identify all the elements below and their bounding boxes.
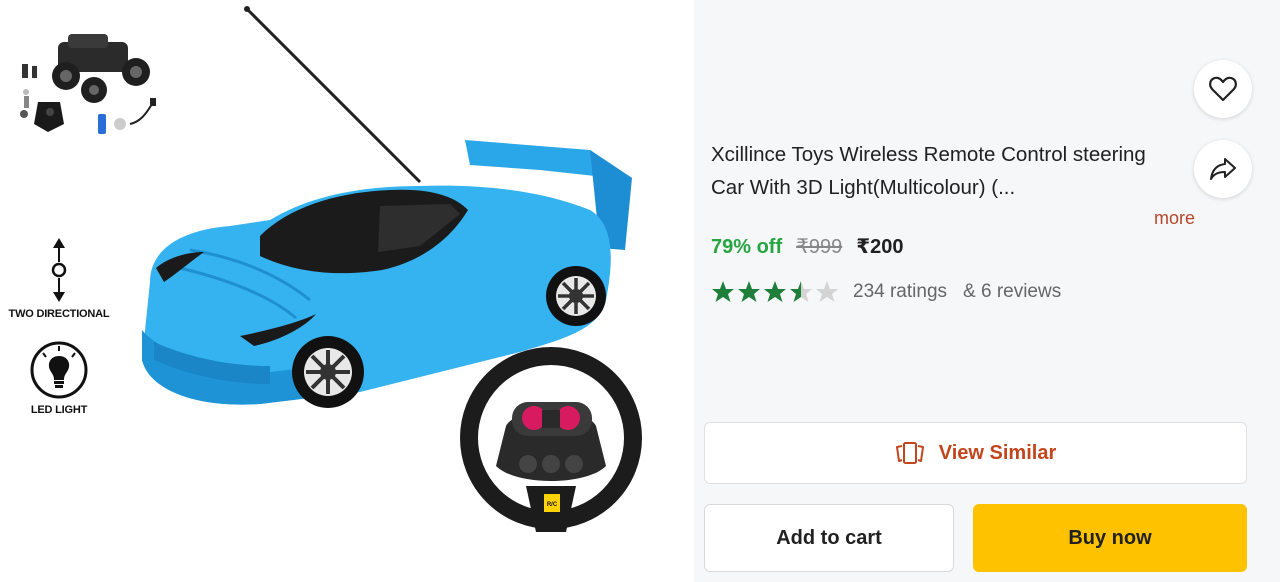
buy-now-label: Buy now bbox=[1068, 526, 1152, 549]
add-to-cart-label: Add to cart bbox=[776, 526, 882, 549]
buy-now-button[interactable]: Buy now bbox=[973, 504, 1247, 572]
heart-icon bbox=[1209, 76, 1237, 102]
more-link[interactable]: more bbox=[1154, 208, 1195, 229]
add-to-cart-button[interactable]: Add to cart bbox=[704, 504, 954, 572]
star-full-icon bbox=[712, 281, 734, 302]
price-row: 79% off ₹999 ₹200 bbox=[711, 234, 904, 259]
share-icon bbox=[1210, 158, 1236, 180]
feature-label-led-light: LED LIGHT bbox=[30, 404, 88, 416]
view-similar-button[interactable]: View Similar bbox=[704, 422, 1247, 484]
product-title: Xcillince Toys Wireless Remote Control s… bbox=[711, 143, 1146, 199]
led-bulb-icon bbox=[30, 341, 88, 399]
feature-led-light: LED LIGHT bbox=[4, 340, 114, 416]
view-similar-label: View Similar bbox=[938, 441, 1057, 464]
star-icons bbox=[712, 281, 838, 302]
feature-label-two-directional: TWO DIRECTIONAL bbox=[8, 308, 110, 320]
ratings-count: 234 ratings bbox=[853, 281, 948, 302]
product-image[interactable]: TWO DIRECTIONAL LED LIGHT R/C bbox=[0, 0, 694, 582]
remote-badge-label: R/C bbox=[547, 502, 558, 508]
steering-remote-illustration: R/C bbox=[460, 347, 642, 532]
rating-row[interactable]: 234 ratings & 6 reviews bbox=[711, 280, 1061, 304]
original-price: ₹999 bbox=[796, 236, 843, 258]
wishlist-button[interactable] bbox=[1194, 60, 1252, 118]
star-half-icon bbox=[790, 281, 812, 302]
product-info-panel: Xcillince Toys Wireless Remote Control s… bbox=[694, 0, 1280, 582]
reviews-count: & 6 reviews bbox=[963, 281, 1062, 302]
star-rating bbox=[711, 280, 839, 304]
feature-two-directional: TWO DIRECTIONAL bbox=[4, 236, 114, 320]
star-full-icon bbox=[738, 281, 760, 302]
two-directional-icon bbox=[51, 238, 67, 302]
discount-percent: 79% off bbox=[711, 236, 783, 258]
share-button[interactable] bbox=[1194, 140, 1252, 198]
selling-price: ₹200 bbox=[856, 236, 904, 258]
star-full-icon bbox=[764, 281, 786, 302]
star-empty-icon bbox=[816, 281, 838, 302]
similar-cards-icon bbox=[895, 442, 924, 464]
